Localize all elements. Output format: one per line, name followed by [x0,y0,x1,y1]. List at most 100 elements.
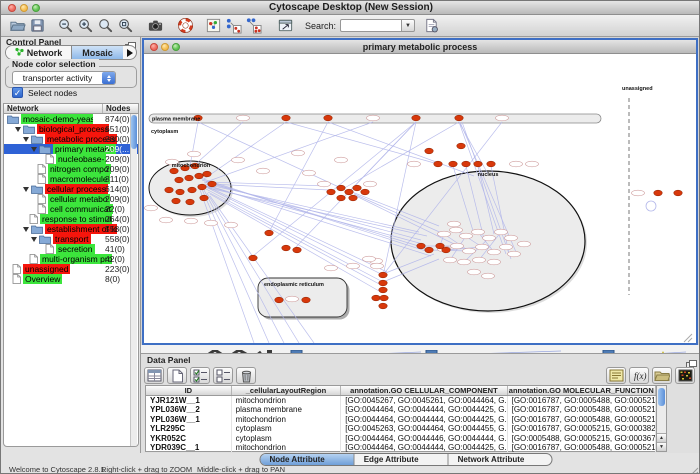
cell-value[interactable]: [GO:0016787, GO:0005488, GO:0005215, G..… [508,415,656,424]
network-name-label[interactable]: cell communicat [48,204,113,214]
network-name-label[interactable]: macromolecule [48,174,110,184]
zoom-selected-icon[interactable] [115,16,135,36]
tree-column-nodes[interactable]: Nodes [103,104,130,113]
delete-attribute-icon[interactable] [236,367,256,384]
table-row[interactable]: YJR121W__1mitochondrion[GO:0045267, GO:0… [146,396,656,405]
import-attributes-icon[interactable] [652,367,672,384]
table-column-header[interactable]: annotation.GO CELLULAR_COMPONENT [341,386,507,395]
cell-value[interactable]: [GO:0016787, GO:0005488, GO:0005215, G..… [508,443,656,452]
cell-value[interactable]: cytoplasm [232,434,342,443]
table-row[interactable]: YDR039C__1mitochondrion[GO:0044464, GO:0… [146,443,656,452]
tree-row[interactable]: Overview8(0) [4,274,138,284]
cell-value[interactable]: [GO:0044464, GO:0044444, GO:0044425, G..… [341,405,507,414]
tree-row[interactable]: secretion41(0) [4,244,138,254]
attribute-table[interactable]: ID_cellularLayoutRegionannotation.GO CEL… [145,385,657,452]
cell-value[interactable]: [GO:0016787, GO:0005215, GO:0003824, G..… [508,424,656,433]
app-titlebar[interactable]: Cytoscape Desktop (New Session) [1,1,700,15]
table-column-header[interactable]: ID [146,386,232,395]
cell-value[interactable]: [GO:0016787, GO:0005488, GO:0005215, G..… [508,396,656,405]
scroll-down-icon[interactable]: ▼ [657,442,666,451]
network-name-label[interactable]: multi-organism pro [40,254,112,264]
tree-row[interactable]: multi-organism pro42(0) [4,254,138,264]
cell-id[interactable]: YJR121W__1 [146,396,232,405]
save-session-icon[interactable] [27,16,47,36]
table-row[interactable]: YPL036W__1mitochondrion[GO:0044464, GO:0… [146,415,656,424]
tree-row[interactable]: primary metabo209(... [4,144,138,154]
network-name-label[interactable]: unassigned [23,264,70,274]
expander-icon[interactable] [23,137,29,142]
search-input[interactable] [340,19,402,32]
cell-id[interactable]: YKR052C [146,434,232,443]
cell-value[interactable]: mitochondrion [232,443,342,452]
table-column-header[interactable]: _cellularLayoutRegion [232,386,342,395]
unselect-attributes-icon[interactable] [213,367,233,384]
cell-value[interactable]: [GO:0045263, GO:0044464, GO:0044455, G..… [341,424,507,433]
network-name-label[interactable]: cellular metabo [48,194,110,204]
cell-value[interactable]: cytoplasm [232,424,342,433]
network-graph[interactable]: plasma membranecytoplasmmitochondrionnuc… [144,54,696,343]
layout-icon-a[interactable] [223,16,243,36]
function-builder-icon[interactable]: f(x) [629,367,649,384]
tree-row[interactable]: establishment of lo558(0) [4,224,138,234]
network-window-titlebar[interactable]: primary metabolic process [144,40,696,54]
cell-value[interactable]: [GO:0044464, GO:0044444, GO:0044425, G..… [341,415,507,424]
cell-value[interactable]: [GO:0044464, GO:0044446, GO:0044444, G..… [341,434,507,443]
cell-value[interactable]: [GO:0045267, GO:0045261, GO:0044464, G..… [341,396,507,405]
expander-icon[interactable] [23,187,29,192]
network-name-label[interactable]: secretion [56,244,95,254]
vizmapper-icon[interactable] [203,16,223,36]
table-row[interactable]: YLR295Ccytoplasm[GO:0045263, GO:0044464,… [146,424,656,433]
cell-value[interactable]: [GO:0044464, GO:0044444, GO:0044425, G..… [341,443,507,452]
network-canvas[interactable]: plasma membranecytoplasmmitochondrionnuc… [144,54,696,343]
tree-row[interactable]: cell communicat22(0) [4,204,138,214]
expander-icon[interactable] [23,227,29,232]
layout-icon-b[interactable] [243,16,263,36]
table-row[interactable]: YPL036W__2plasma membrane[GO:0044464, GO… [146,405,656,414]
network-name-label[interactable]: nucleobase- [56,154,106,164]
manage-networks-icon[interactable] [275,16,295,36]
attribute-form-icon[interactable] [606,367,626,384]
tree-row[interactable]: nitrogen compo209(0) [4,164,138,174]
tree-row[interactable]: transport558(0) [4,234,138,244]
tree-scrollbar[interactable] [130,114,137,447]
tree-row[interactable]: macromolecule311(0) [4,174,138,184]
tab-mosaic[interactable]: Mosaic [72,46,123,59]
network-name-label[interactable]: cellular process [45,184,108,194]
matrix-view-icon[interactable] [675,367,695,384]
zoom-in-icon[interactable] [75,16,95,36]
cell-value[interactable]: plasma membrane [232,405,342,414]
tree-row[interactable]: response to stimulu264(0) [4,214,138,224]
tabs-overflow-arrow[interactable] [123,46,136,59]
search-dropdown-icon[interactable]: ▼ [402,19,415,32]
network-name-label[interactable]: mosaic-demo-yeast [21,114,93,124]
network-name-label[interactable]: nitrogen compo [48,164,111,174]
expander-icon[interactable] [31,147,37,152]
open-session-icon[interactable] [7,16,27,36]
resize-grip-icon[interactable] [689,464,699,474]
cell-id[interactable]: YLR295C [146,424,232,433]
network-name-label[interactable]: biological_process [37,124,109,134]
help-icon[interactable] [175,16,195,36]
attribute-table-icon[interactable] [144,367,164,384]
snapshot-icon[interactable] [145,16,165,36]
node-color-dropdown[interactable]: transporter activity [12,71,116,85]
zoom-out-icon[interactable] [55,16,75,36]
cell-value[interactable]: [GO:0016787, GO:0005488, GO:0005215, G..… [508,405,656,414]
network-name-label[interactable]: response to stimulu [40,214,112,224]
cell-id[interactable]: YPL036W__2 [146,405,232,414]
scroll-up-icon[interactable]: ▲ [657,433,666,442]
float-data-panel-icon[interactable] [686,356,697,365]
tree-row[interactable]: metabolic process280(0) [4,134,138,144]
tab-network[interactable]: Network [6,46,72,59]
network-name-label[interactable]: Overview [23,274,62,284]
tree-row[interactable]: biological_process651(0) [4,124,138,134]
table-column-header[interactable]: annotation.GO MOLECULAR_FUNCTION [508,386,656,395]
tree-row[interactable]: mosaic-demo-yeast874(0) [4,114,138,124]
table-row[interactable]: YKR052Ccytoplasm[GO:0044464, GO:0044446,… [146,434,656,443]
expander-icon[interactable] [31,237,37,242]
tree-column-network[interactable]: Network [4,104,103,113]
cell-value[interactable]: mitochondrion [232,415,342,424]
tree-row[interactable]: unassigned223(0) [4,264,138,274]
attribute-settings-icon[interactable] [421,16,441,36]
new-attribute-icon[interactable] [167,367,187,384]
